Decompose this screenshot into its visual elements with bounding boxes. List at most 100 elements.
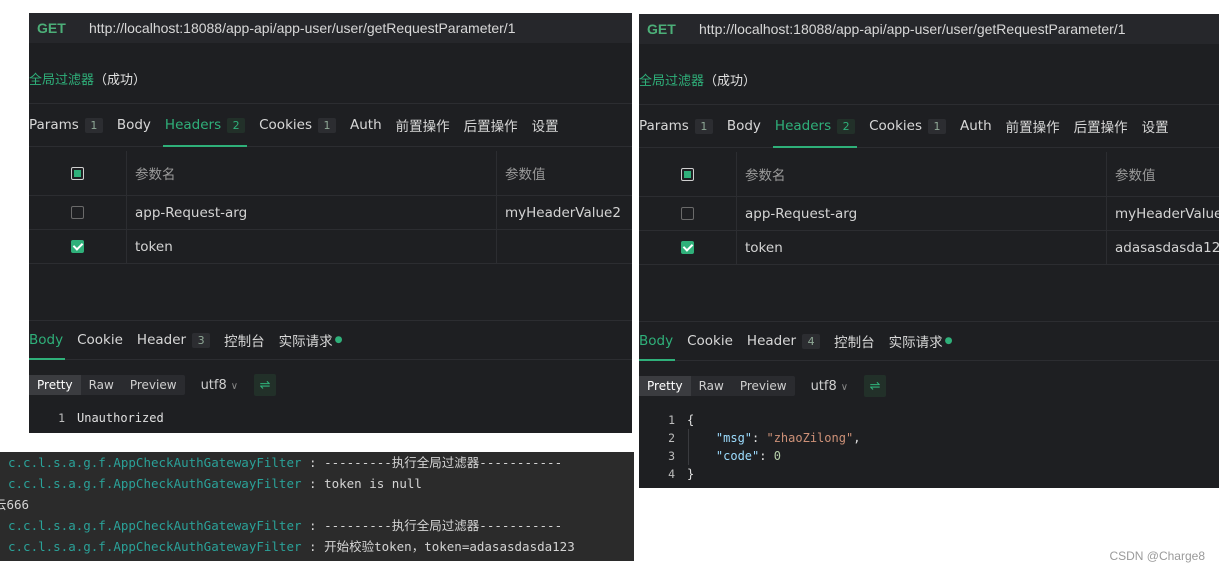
filter-name: 全局过滤器 [29,73,95,88]
tab-settings[interactable]: 设置 [1142,105,1169,147]
tab-label: Cookies [259,117,312,133]
tab-body[interactable]: Body [117,104,151,146]
code-line: 3 "code": 0 [639,447,1219,465]
tab-response-body[interactable]: Body [29,321,66,360]
encoding-select[interactable]: utf8 ∨ [201,378,239,393]
view-preview-button[interactable]: Preview [732,376,795,396]
encoding-value: utf8 [200,377,227,393]
response-tabs: Body Cookie Header 4 控制台 实际请求 ● [639,321,1219,361]
tab-cookies[interactable]: Cookies 1 [259,104,336,146]
log-line: c.c.l.s.a.g.f.AppCheckAuthGatewayFilter … [0,452,634,473]
param-value[interactable]: myHeaderValue2 [505,196,621,229]
filter-status-line: 全局过滤器（成功） [29,69,146,88]
column-divider [496,151,497,195]
line-number: 1 [58,411,65,425]
http-method[interactable]: GET [647,21,699,37]
tab-badge: 1 [84,117,103,133]
view-raw-button[interactable]: Raw [691,376,732,396]
url-bar[interactable]: GET http://localhost:18088/app-api/app-u… [639,14,1219,44]
filter-status: （成功） [94,73,147,88]
param-name[interactable]: token [135,230,173,263]
param-name[interactable]: app-Request-arg [745,197,857,230]
row-checkbox[interactable] [681,207,694,220]
view-raw-button[interactable]: Raw [81,375,122,395]
tab-post-actions[interactable]: 后置操作 [1074,105,1128,147]
log-separator: : [301,455,325,470]
http-method[interactable]: GET [37,20,89,36]
tab-params[interactable]: Params 1 [29,104,103,146]
line-number: 1 [668,413,675,427]
view-pretty-button[interactable]: Pretty [639,376,691,396]
tab-headers[interactable]: Headers 2 [162,104,248,147]
tab-settings[interactable]: 设置 [532,104,559,146]
row-check-cell [29,196,127,229]
encoding-select[interactable]: utf8 ∨ [811,379,849,394]
column-divider [496,230,497,263]
url-bar[interactable]: GET http://localhost:18088/app-api/app-u… [29,13,632,43]
log-message: 云666 [0,497,30,512]
tab-response-body[interactable]: Body [639,322,676,361]
tab-cookies[interactable]: Cookies 1 [869,105,946,147]
console-log-panel: c.c.l.s.a.g.f.AppCheckAuthGatewayFilter … [0,452,634,561]
request-tabs: Params 1 Body Headers 2 Cookies 1 Auth 前置操作… [639,104,1219,148]
headers-table: 参数名 参数值 app-Request-arg myHeaderValue2 t… [639,152,1219,265]
tab-post-actions[interactable]: 后置操作 [464,104,518,146]
json-number-value: 0 [773,449,781,463]
row-checkbox[interactable] [71,240,84,253]
select-all-checkbox[interactable] [71,166,84,180]
tab-label: 设置 [1141,120,1169,136]
tab-badge: 3 [192,332,211,348]
tab-pre-actions[interactable]: 前置操作 [1006,105,1060,147]
tab-actual-request[interactable]: 实际请求 ● [889,322,953,360]
tab-label: Body [116,117,151,133]
tab-body[interactable]: Body [727,105,761,147]
tab-label: Auth [959,118,992,134]
tab-badge: 2 [227,117,246,133]
row-check-cell [639,231,737,264]
response-body: 1 { 2 "msg": "zhaoZilong", 3 "code": 0 4… [639,411,1219,483]
request-url[interactable]: http://localhost:18088/app-api/app-user/… [699,21,1126,37]
tab-pre-actions[interactable]: 前置操作 [396,104,450,146]
tab-response-cookie[interactable]: Cookie [77,321,123,359]
log-line: 云666 [0,494,634,515]
wrap-lines-icon[interactable]: ⇌ [254,374,277,396]
column-divider [1106,197,1107,230]
right-request-panel: GET http://localhost:18088/app-api/app-u… [639,14,1219,488]
log-source: c.c.l.s.a.g.f.AppCheckAuthGatewayFilter [8,476,302,491]
tab-actual-request[interactable]: 实际请求 ● [279,321,343,359]
column-divider [1106,231,1107,264]
select-all-checkbox[interactable] [681,167,694,181]
tab-response-header[interactable]: Header 4 [746,322,821,360]
param-value[interactable]: adasasdasda123 [1115,231,1219,264]
column-header-value: 参数值 [505,167,546,183]
line-number: 3 [668,449,675,463]
wrap-lines-icon[interactable]: ⇌ [864,375,887,397]
request-url[interactable]: http://localhost:18088/app-api/app-user/… [89,20,516,36]
tab-label: Cookie [77,332,123,348]
tab-response-cookie[interactable]: Cookie [687,322,733,360]
tab-label: Body [639,333,674,349]
param-value[interactable]: myHeaderValue2 [1115,197,1219,230]
log-source: c.c.l.s.a.g.f.AppCheckAuthGatewayFilter [8,539,302,554]
tab-console[interactable]: 控制台 [224,321,265,359]
tab-label: Header [746,333,797,349]
tab-headers[interactable]: Headers 2 [772,105,858,148]
code-line: 1 { [639,411,1219,429]
row-checkbox[interactable] [681,241,694,254]
log-line: c.c.l.s.a.g.f.AppCheckAuthGatewayFilter … [0,473,634,494]
tab-auth[interactable]: Auth [960,105,992,147]
param-name[interactable]: app-Request-arg [135,196,247,229]
table-header-row: 参数名 参数值 [639,152,1219,197]
log-separator: : [301,539,325,554]
tab-response-header[interactable]: Header 3 [137,321,211,359]
row-checkbox[interactable] [71,206,84,219]
view-pretty-button[interactable]: Pretty [29,375,81,395]
log-message: 开始校验token，token=adasasdasda123 [324,539,575,554]
tab-auth[interactable]: Auth [350,104,382,146]
tab-console[interactable]: 控制台 [834,322,875,360]
tab-label: 前置操作 [1005,120,1060,136]
param-name[interactable]: token [745,231,783,264]
tab-params[interactable]: Params 1 [639,105,713,147]
tab-label: 实际请求 [888,335,943,351]
view-preview-button[interactable]: Preview [122,375,185,395]
